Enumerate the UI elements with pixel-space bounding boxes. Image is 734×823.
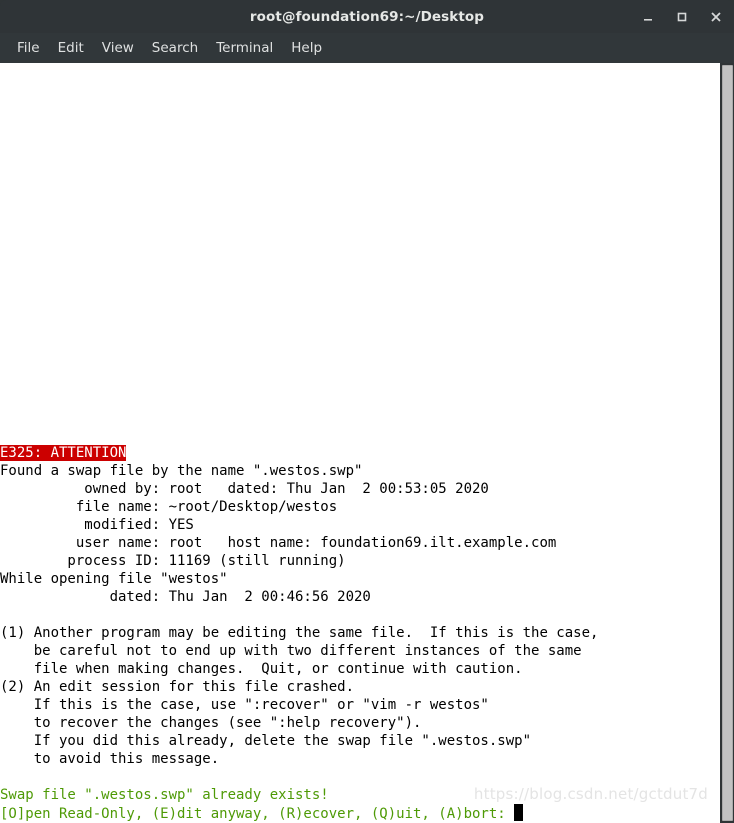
- terminal-line: file when making changes. Quit, or conti…: [0, 660, 720, 678]
- terminal-line-text: to recover the changes (see ":help recov…: [0, 715, 422, 731]
- terminal-line-text: (2) An edit session for this file crashe…: [0, 679, 355, 695]
- maximize-icon[interactable]: [672, 7, 692, 27]
- attention-banner-text: E325: ATTENTION: [0, 445, 127, 461]
- terminal-line: modified: YES: [0, 516, 720, 534]
- minimize-icon[interactable]: [638, 7, 658, 27]
- terminal-screen[interactable]: E325: ATTENTION Found a swap file by the …: [0, 63, 720, 823]
- recovery-prompt-text: [O]pen Read-Only, (E)dit anyway, (R)ecov…: [0, 806, 515, 822]
- menu-item-edit[interactable]: Edit: [49, 37, 93, 59]
- terminal-line: process ID: 11169 (still running): [0, 552, 720, 570]
- scrollbar-thumb[interactable]: [722, 65, 733, 821]
- terminal-line-text: be careful not to end up with two differ…: [0, 643, 582, 659]
- window-title: root@foundation69:~/Desktop: [249, 8, 485, 25]
- terminal-line-text: (1) Another program may be editing the s…: [0, 625, 599, 641]
- terminal-line-text: dated: Thu Jan 2 00:46:56 2020: [0, 589, 371, 605]
- menu-item-help[interactable]: Help: [282, 37, 331, 59]
- attention-banner: E325: ATTENTION: [0, 444, 720, 462]
- menu-bar: File Edit View Search Terminal Help: [0, 33, 734, 63]
- terminal-line: user name: root host name: foundation69.…: [0, 534, 720, 552]
- terminal-line: to recover the changes (see ":help recov…: [0, 714, 720, 732]
- window-controls: [638, 0, 726, 33]
- terminal-line-text: Found a swap file by the name ".westos.s…: [0, 463, 363, 479]
- menu-item-view[interactable]: View: [93, 37, 143, 59]
- vim-swap-warning: E325: ATTENTION Found a swap file by the …: [0, 63, 720, 823]
- menu-item-search[interactable]: Search: [143, 37, 207, 59]
- swap-exists-text: Swap file ".westos.swp" already exists!: [0, 787, 329, 803]
- recovery-prompt: [O]pen Read-Only, (E)dit anyway, (R)ecov…: [0, 804, 720, 822]
- terminal-line-text: file when making changes. Quit, or conti…: [0, 661, 523, 677]
- swap-exists-message: Swap file ".westos.swp" already exists!: [0, 786, 720, 804]
- terminal-line-text: user name: root host name: foundation69.…: [0, 535, 557, 551]
- terminal-line: be careful not to end up with two differ…: [0, 642, 720, 660]
- terminal-line-text: While opening file "westos": [0, 571, 228, 587]
- terminal-line: Found a swap file by the name ".westos.s…: [0, 462, 720, 480]
- terminal-line-text: to avoid this message.: [0, 751, 220, 767]
- terminal-line: to avoid this message.: [0, 750, 720, 768]
- terminal-line: If you did this already, delete the swap…: [0, 732, 720, 750]
- terminal-line-text: file name: ~root/Desktop/westos: [0, 499, 338, 515]
- terminal-line-text: If this is the case, use ":recover" or "…: [0, 697, 489, 713]
- menu-item-terminal[interactable]: Terminal: [207, 37, 282, 59]
- terminal-line: file name: ~root/Desktop/westos: [0, 498, 720, 516]
- terminal-line-text: process ID: 11169 (still running): [0, 553, 346, 569]
- terminal-line: owned by: root dated: Thu Jan 2 00:53:05…: [0, 480, 720, 498]
- terminal-line: (2) An edit session for this file crashe…: [0, 678, 720, 696]
- terminal-line: If this is the case, use ":recover" or "…: [0, 696, 720, 714]
- terminal-window: root@foundation69:~/Desktop File Edit Vi…: [0, 0, 734, 823]
- terminal-line: (1) Another program may be editing the s…: [0, 624, 720, 642]
- scrollbar[interactable]: [720, 63, 734, 823]
- terminal-line: dated: Thu Jan 2 00:46:56 2020: [0, 588, 720, 606]
- close-icon[interactable]: [706, 7, 726, 27]
- terminal-area: E325: ATTENTION Found a swap file by the …: [0, 63, 734, 823]
- terminal-line-text: modified: YES: [0, 517, 194, 533]
- title-bar[interactable]: root@foundation69:~/Desktop: [0, 0, 734, 33]
- terminal-line-text: owned by: root dated: Thu Jan 2 00:53:05…: [0, 481, 489, 497]
- terminal-line-text: If you did this already, delete the swap…: [0, 733, 532, 749]
- text-cursor: [514, 804, 524, 821]
- terminal-line: While opening file "westos": [0, 570, 720, 588]
- menu-item-file[interactable]: File: [8, 37, 49, 59]
